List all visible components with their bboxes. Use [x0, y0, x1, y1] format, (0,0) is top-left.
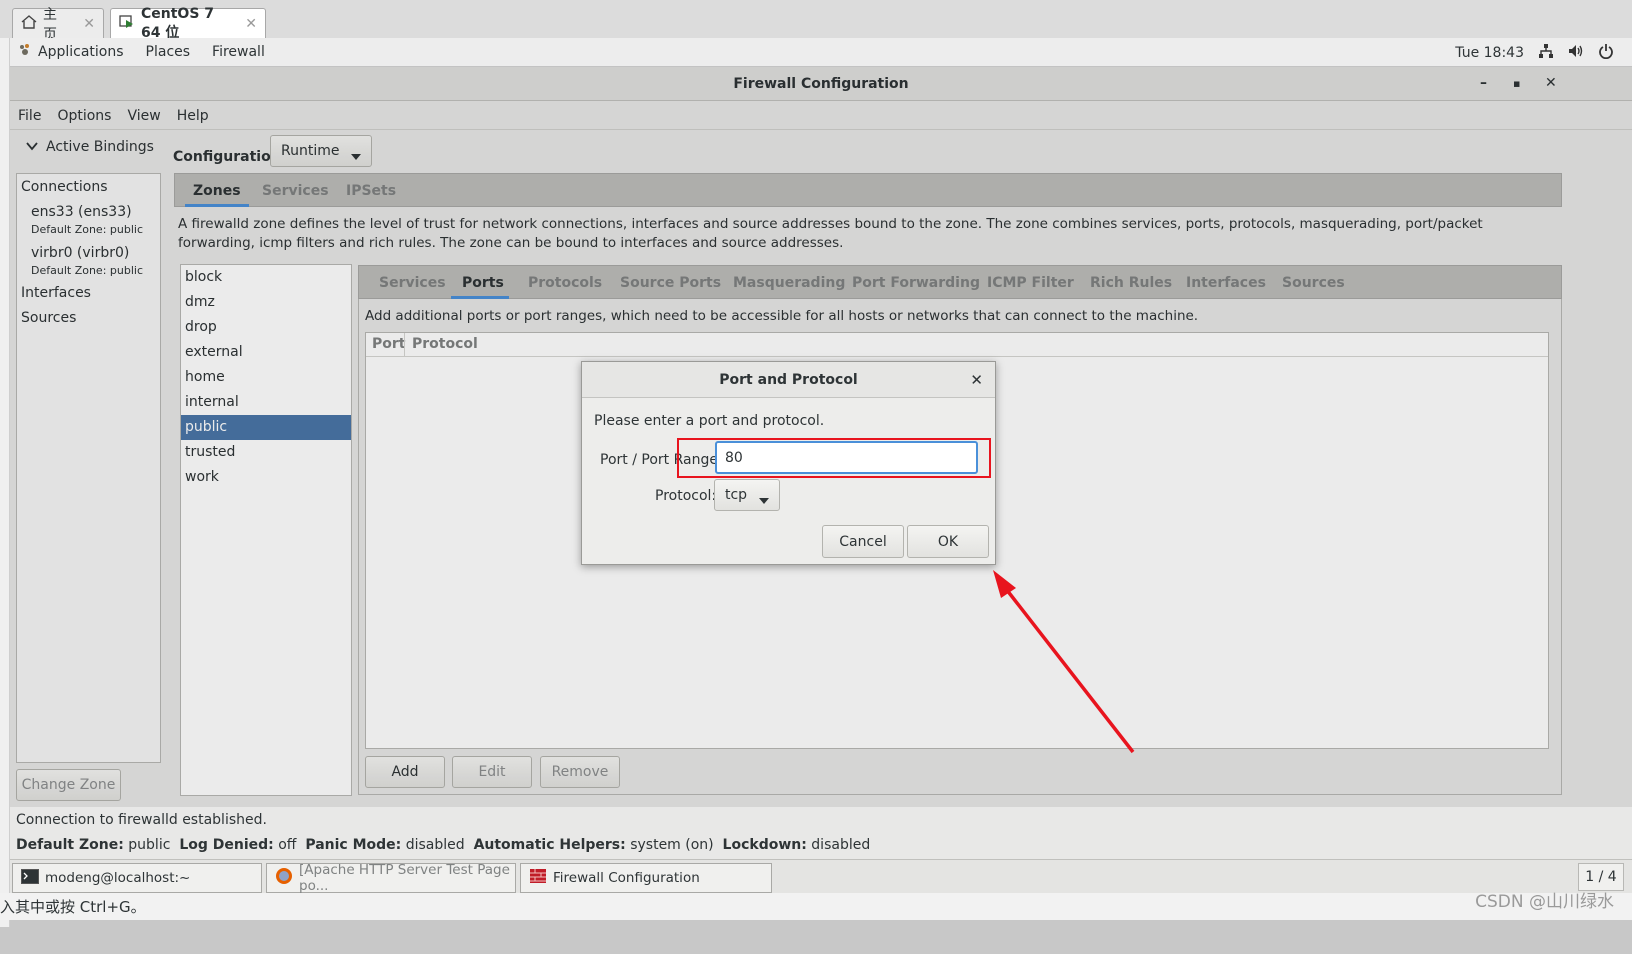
- protocol-label: Protocol:: [655, 488, 717, 504]
- close-icon[interactable]: ✕: [970, 371, 983, 389]
- home-icon: [21, 14, 37, 33]
- taskbar-item-label: [Apache HTTP Server Test Page po...: [299, 862, 510, 894]
- applications-menu[interactable]: Applications: [38, 44, 124, 60]
- firewall-icon: [529, 867, 547, 889]
- power-icon[interactable]: [1598, 43, 1614, 63]
- dropdown-arrow-icon: [759, 492, 769, 508]
- host-window-edge: [0, 38, 10, 927]
- annotation-highlight-box: [677, 438, 991, 478]
- vm-icon: [119, 14, 135, 33]
- ok-button[interactable]: OK: [907, 525, 989, 558]
- log-denied-value: off: [278, 837, 297, 853]
- lockdown-value: disabled: [811, 837, 871, 853]
- default-zone-label: Default Zone:: [16, 837, 124, 853]
- taskbar-item-label: Firewall Configuration: [553, 870, 700, 886]
- vm-tab-strip: 主页 ✕ CentOS 7 64 位 ✕: [0, 0, 1632, 43]
- places-menu[interactable]: Places: [146, 44, 191, 60]
- log-denied-label: Log Denied:: [179, 837, 274, 853]
- network-icon[interactable]: [1538, 43, 1554, 63]
- gnome-foot-icon: [18, 43, 32, 61]
- watermark: CSDN @山川绿水: [1475, 892, 1614, 912]
- dialog-prompt: Please enter a port and protocol.: [594, 413, 825, 429]
- taskbar: modeng@localhost:~ [Apache HTTP Server T…: [10, 859, 1632, 894]
- dialog-titlebar: Port and Protocol ✕: [582, 362, 995, 398]
- automatic-helpers-value: system (on): [630, 837, 714, 853]
- protocol-value: tcp: [725, 487, 748, 503]
- clock[interactable]: Tue 18:43: [1455, 45, 1524, 61]
- automatic-helpers-label: Automatic Helpers:: [473, 837, 626, 853]
- cancel-button[interactable]: Cancel: [822, 525, 904, 558]
- vm-tab-centos[interactable]: CentOS 7 64 位 ✕: [110, 6, 266, 41]
- panic-mode-label: Panic Mode:: [305, 837, 402, 853]
- close-icon[interactable]: ✕: [83, 16, 95, 32]
- gnome-top-bar: Applications Places Firewall Tue 18:43: [10, 38, 1632, 67]
- host-hint-text: 入其中或按 Ctrl+G。: [0, 898, 146, 916]
- protocol-select[interactable]: tcp: [714, 479, 780, 511]
- close-icon[interactable]: ✕: [245, 16, 257, 32]
- vm-tab-label: CentOS 7 64 位: [141, 5, 215, 41]
- panic-mode-value: disabled: [405, 837, 465, 853]
- system-tray: Tue 18:43: [1455, 38, 1614, 67]
- taskbar-item-browser[interactable]: [Apache HTTP Server Test Page po...: [266, 862, 516, 894]
- firewall-app-menu[interactable]: Firewall: [212, 44, 265, 60]
- terminal-icon: [21, 868, 39, 888]
- vm-tab-home[interactable]: 主页 ✕: [12, 7, 104, 43]
- status-summary: Default Zone: public Log Denied: off Pan…: [16, 837, 870, 853]
- taskbar-item-firewall[interactable]: Firewall Configuration: [520, 863, 772, 893]
- lockdown-label: Lockdown:: [722, 837, 807, 853]
- firefox-icon: [275, 867, 293, 889]
- host-status-hint: 入其中或按 Ctrl+G。: [0, 893, 1632, 920]
- default-zone-value: public: [128, 837, 171, 853]
- taskbar-item-label: modeng@localhost:~: [45, 870, 191, 886]
- volume-icon[interactable]: [1568, 43, 1584, 63]
- connection-status: Connection to firewalld established.: [16, 812, 267, 828]
- dialog-title: Port and Protocol: [719, 371, 858, 388]
- taskbar-item-terminal[interactable]: modeng@localhost:~: [12, 863, 262, 893]
